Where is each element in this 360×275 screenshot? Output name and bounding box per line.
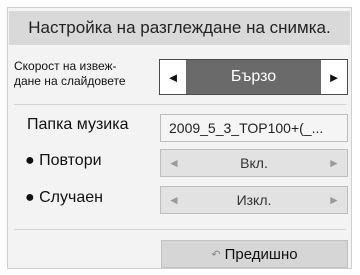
repeat-selector[interactable]: ◄ Вкл. ► bbox=[160, 149, 348, 177]
back-button[interactable]: ↶ Предишно bbox=[161, 240, 348, 268]
back-button-label: Предишно bbox=[224, 245, 298, 263]
music-folder-field[interactable]: 2009_5_3_TOP100+(_... bbox=[160, 114, 348, 142]
repeat-label: ● Повтори bbox=[25, 152, 102, 169]
music-folder-label: Папка музика bbox=[27, 116, 129, 133]
slideshow-speed-label-line1: Скорост на извеж- bbox=[14, 59, 117, 73]
shuffle-value: Изкл. bbox=[236, 192, 272, 208]
slideshow-speed-label: Скорост на извеж- дане на слайдовете bbox=[14, 59, 154, 89]
shuffle-label: ● Случаен bbox=[25, 189, 103, 206]
repeat-right-arrow-button[interactable]: ► bbox=[321, 156, 347, 170]
shuffle-left-arrow-button[interactable]: ◄ bbox=[161, 193, 187, 207]
return-icon: ↶ bbox=[211, 248, 221, 261]
slideshow-speed-selector[interactable]: ◄ Бързо ► bbox=[159, 59, 348, 95]
speed-right-arrow-button[interactable]: ► bbox=[321, 60, 347, 94]
shuffle-right-arrow-button[interactable]: ► bbox=[321, 193, 347, 207]
divider bbox=[14, 104, 346, 105]
repeat-left-arrow-button[interactable]: ◄ bbox=[161, 156, 187, 170]
repeat-value: Вкл. bbox=[240, 155, 268, 171]
shuffle-selector[interactable]: ◄ Изкл. ► bbox=[160, 186, 348, 214]
slideshow-speed-label-line2: дане на слайдовете bbox=[14, 74, 126, 88]
speed-value: Бързо bbox=[230, 68, 277, 85]
page-title: Настройка на разглеждане на снимка. bbox=[9, 11, 350, 45]
speed-left-arrow-button[interactable]: ◄ bbox=[160, 60, 186, 94]
divider bbox=[14, 229, 346, 230]
